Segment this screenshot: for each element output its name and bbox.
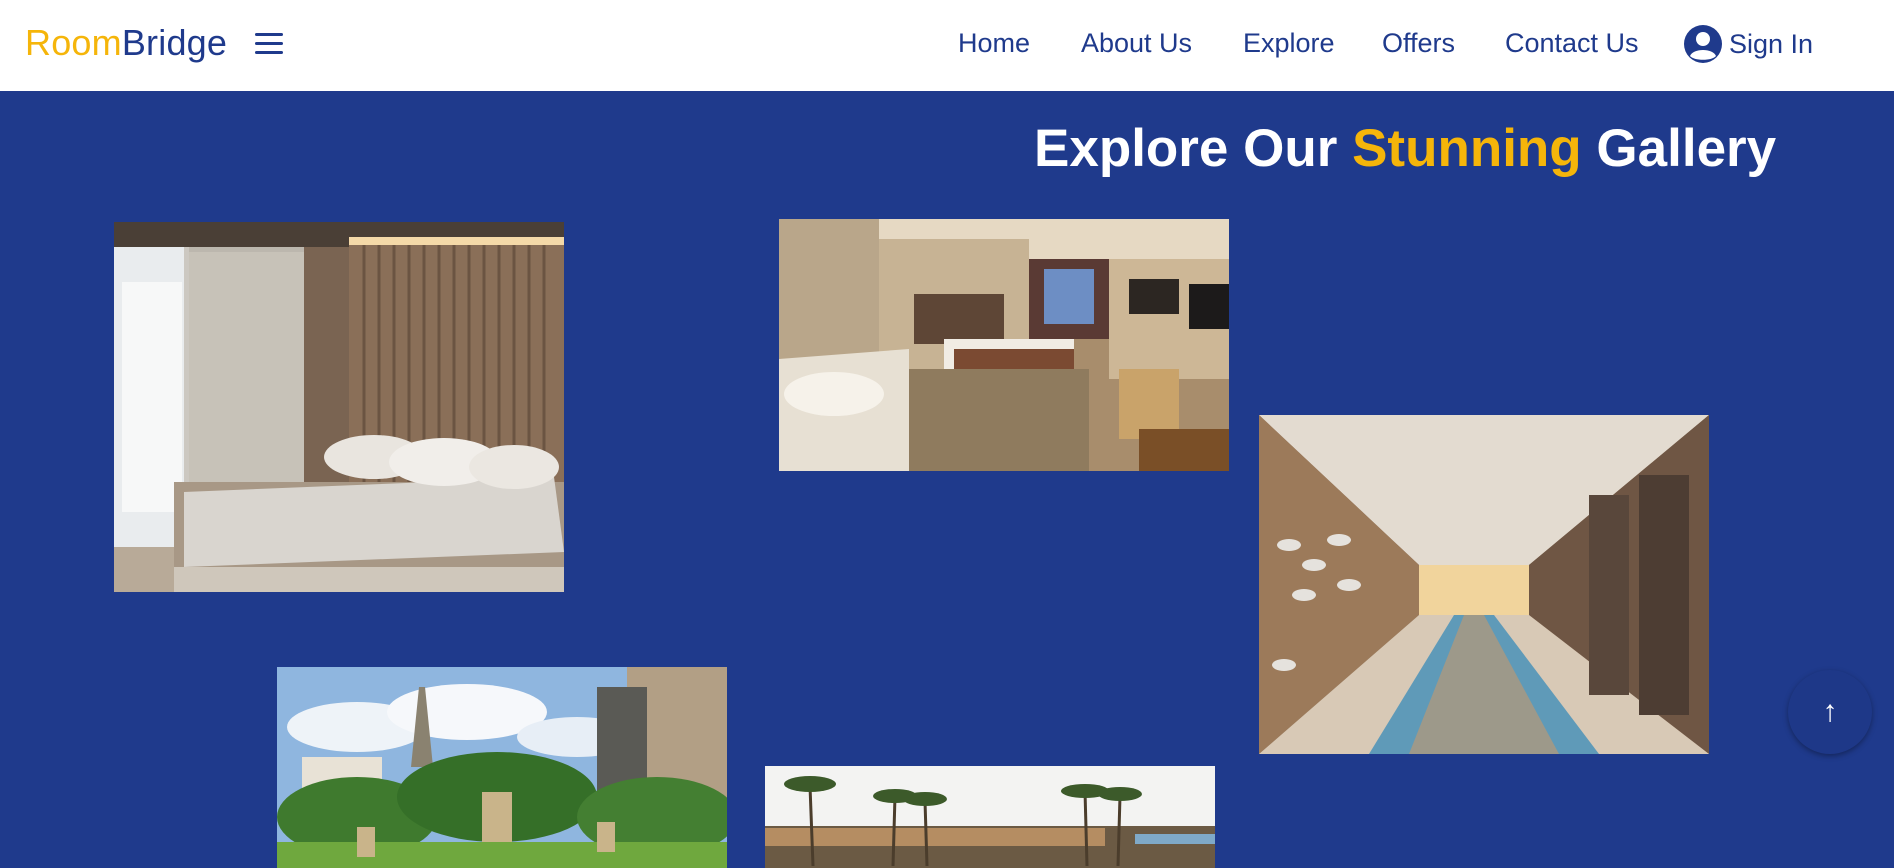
brand-logo-part2: Bridge bbox=[121, 22, 228, 63]
nav-link-offers[interactable]: Offers bbox=[1382, 28, 1455, 59]
arrow-up-icon: ↑ bbox=[1822, 695, 1838, 728]
nav-link-home[interactable]: Home bbox=[958, 28, 1030, 59]
scroll-to-top-button[interactable]: ↑ bbox=[1788, 670, 1872, 754]
sign-in-button[interactable]: Sign In bbox=[1683, 24, 1813, 64]
gallery-title-highlight: Stunning bbox=[1352, 119, 1582, 178]
user-circle-icon bbox=[1684, 25, 1722, 63]
hamburger-icon[interactable] bbox=[255, 33, 283, 55]
nav-link-explore[interactable]: Explore bbox=[1243, 28, 1335, 59]
gallery-image-corridor[interactable] bbox=[1259, 415, 1709, 754]
brand-logo-part1: Room bbox=[25, 22, 122, 63]
gallery-title-before: Explore Our bbox=[1034, 119, 1353, 178]
gallery-image-bedroom[interactable] bbox=[114, 222, 564, 592]
gallery-image-suite[interactable] bbox=[779, 219, 1229, 471]
gallery-title-after: Gallery bbox=[1581, 119, 1777, 178]
brand-logo[interactable]: RoomBridge bbox=[25, 22, 227, 64]
gallery-title: Explore Our Stunning Gallery bbox=[1034, 118, 1776, 179]
gallery-image-resort[interactable] bbox=[765, 766, 1215, 868]
sign-in-label: Sign In bbox=[1729, 28, 1814, 59]
nav-link-about[interactable]: About Us bbox=[1081, 28, 1192, 59]
gallery-image-garden[interactable] bbox=[277, 667, 727, 868]
nav-link-contact[interactable]: Contact Us bbox=[1505, 28, 1639, 59]
navbar: RoomBridge Home About Us Explore Offers … bbox=[0, 0, 1894, 91]
